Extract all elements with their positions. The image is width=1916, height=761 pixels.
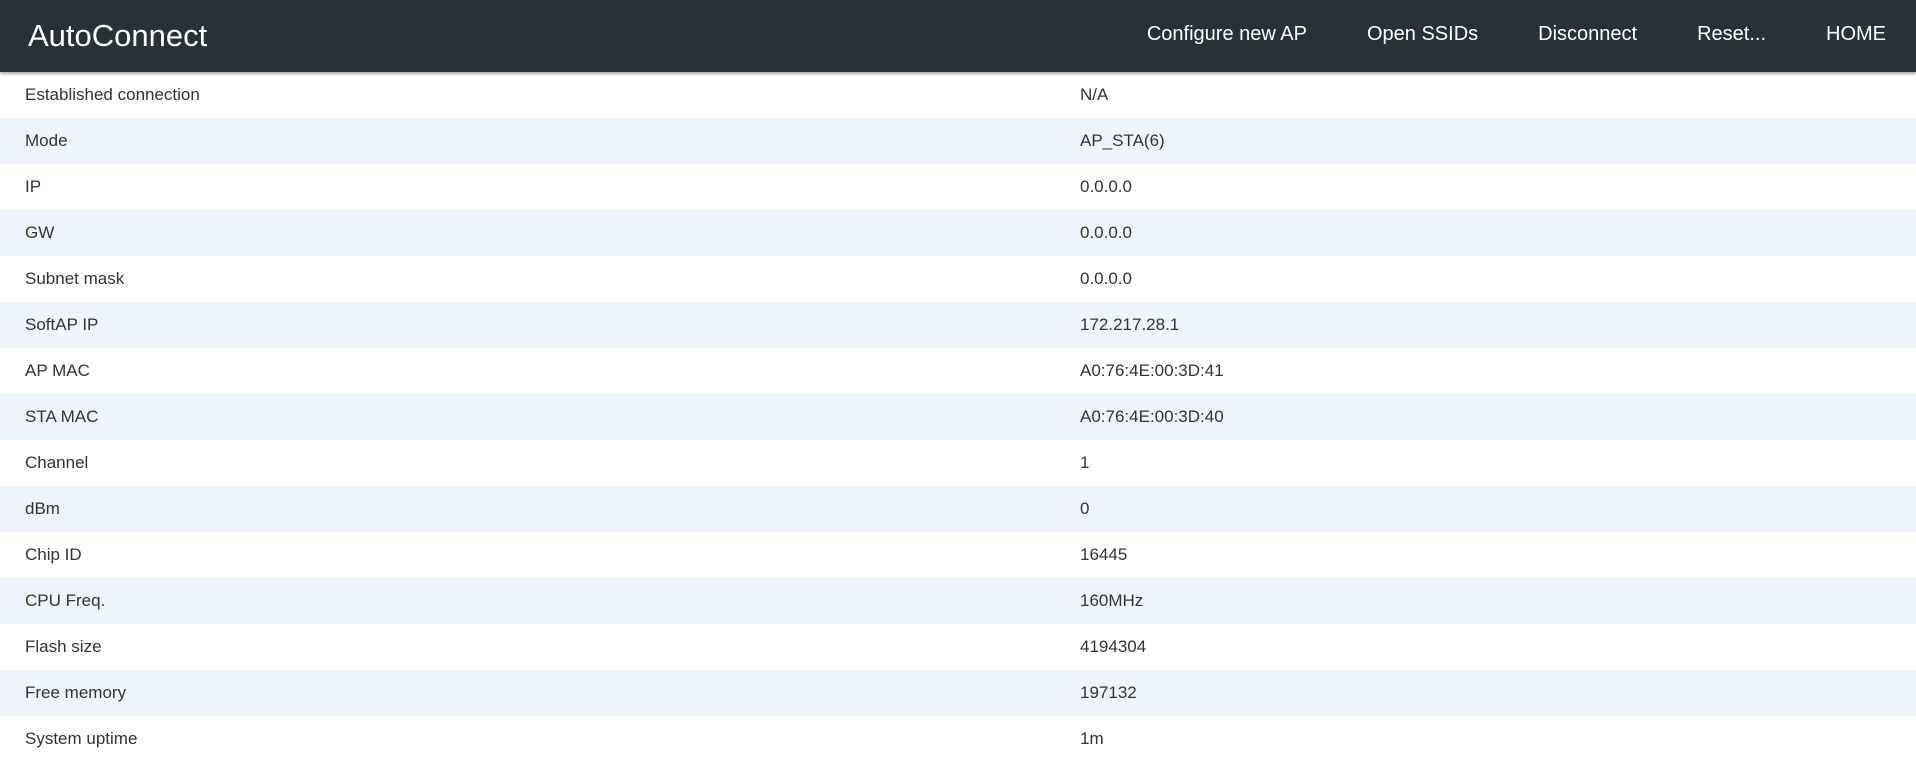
menu-bar: AutoConnect Configure new AP Open SSIDs … [0, 0, 1916, 72]
status-row-ip: IP 0.0.0.0 [0, 164, 1916, 210]
row-label: dBm [25, 499, 60, 518]
row-value: 1m [1080, 729, 1104, 748]
menu-item-disconnect[interactable]: Disconnect [1508, 0, 1667, 68]
row-value: 16445 [1080, 545, 1128, 564]
status-row-cpu-freq: CPU Freq. 160MHz [0, 578, 1916, 624]
row-value: 1 [1080, 453, 1090, 472]
row-value: AP_STA(6) [1080, 131, 1165, 150]
status-row-flash-size: Flash size 4194304 [0, 624, 1916, 670]
row-label: Free memory [25, 683, 127, 702]
status-row-system-uptime: System uptime 1m [0, 716, 1916, 761]
row-value: 172.217.28.1 [1080, 315, 1180, 334]
row-value: 0.0.0.0 [1080, 223, 1132, 242]
menu-nav: Configure new AP Open SSIDs Disconnect R… [1117, 0, 1916, 68]
row-value: A0:76:4E:00:3D:41 [1080, 361, 1224, 380]
status-row-dbm: dBm 0 [0, 486, 1916, 532]
row-label: Chip ID [25, 545, 82, 564]
row-label: Flash size [25, 637, 102, 656]
row-value: A0:76:4E:00:3D:40 [1080, 407, 1224, 426]
row-label: Mode [25, 131, 68, 150]
row-value: 0.0.0.0 [1080, 177, 1132, 196]
status-row-ap-mac: AP MAC A0:76:4E:00:3D:41 [0, 348, 1916, 394]
row-label: Established connection [25, 85, 200, 104]
row-label: Channel [25, 453, 89, 472]
row-label: AP MAC [25, 361, 90, 380]
row-label: SoftAP IP [25, 315, 99, 334]
row-value: N/A [1080, 85, 1109, 104]
row-label: CPU Freq. [25, 591, 106, 610]
status-table-body: Established connection N/A Mode AP_STA(6… [0, 72, 1916, 761]
status-row-subnet-mask: Subnet mask 0.0.0.0 [0, 256, 1916, 302]
row-label: Subnet mask [25, 269, 125, 288]
status-row-gw: GW 0.0.0.0 [0, 210, 1916, 256]
row-label: IP [25, 177, 42, 196]
status-table: Established connection N/A Mode AP_STA(6… [0, 72, 1916, 761]
menu-item-configure-new-ap[interactable]: Configure new AP [1117, 0, 1337, 68]
status-row-free-memory: Free memory 197132 [0, 670, 1916, 716]
row-label: System uptime [25, 729, 138, 748]
row-label: GW [25, 223, 55, 242]
row-value: 0 [1080, 499, 1090, 518]
row-label: STA MAC [25, 407, 99, 426]
status-row-sta-mac: STA MAC A0:76:4E:00:3D:40 [0, 394, 1916, 440]
menu-item-home[interactable]: HOME [1796, 0, 1916, 68]
row-value: 197132 [1080, 683, 1137, 702]
status-row-channel: Channel 1 [0, 440, 1916, 486]
menu-item-open-ssids[interactable]: Open SSIDs [1337, 0, 1508, 68]
status-row-softap-ip: SoftAP IP 172.217.28.1 [0, 302, 1916, 348]
row-value: 160MHz [1080, 591, 1144, 610]
status-row-mode: Mode AP_STA(6) [0, 118, 1916, 164]
menu-item-reset[interactable]: Reset... [1667, 0, 1796, 68]
status-row-established-connection: Established connection N/A [0, 72, 1916, 118]
row-value: 4194304 [1080, 637, 1147, 656]
status-row-chip-id: Chip ID 16445 [0, 532, 1916, 578]
row-value: 0.0.0.0 [1080, 269, 1132, 288]
app-title: AutoConnect [28, 18, 208, 53]
